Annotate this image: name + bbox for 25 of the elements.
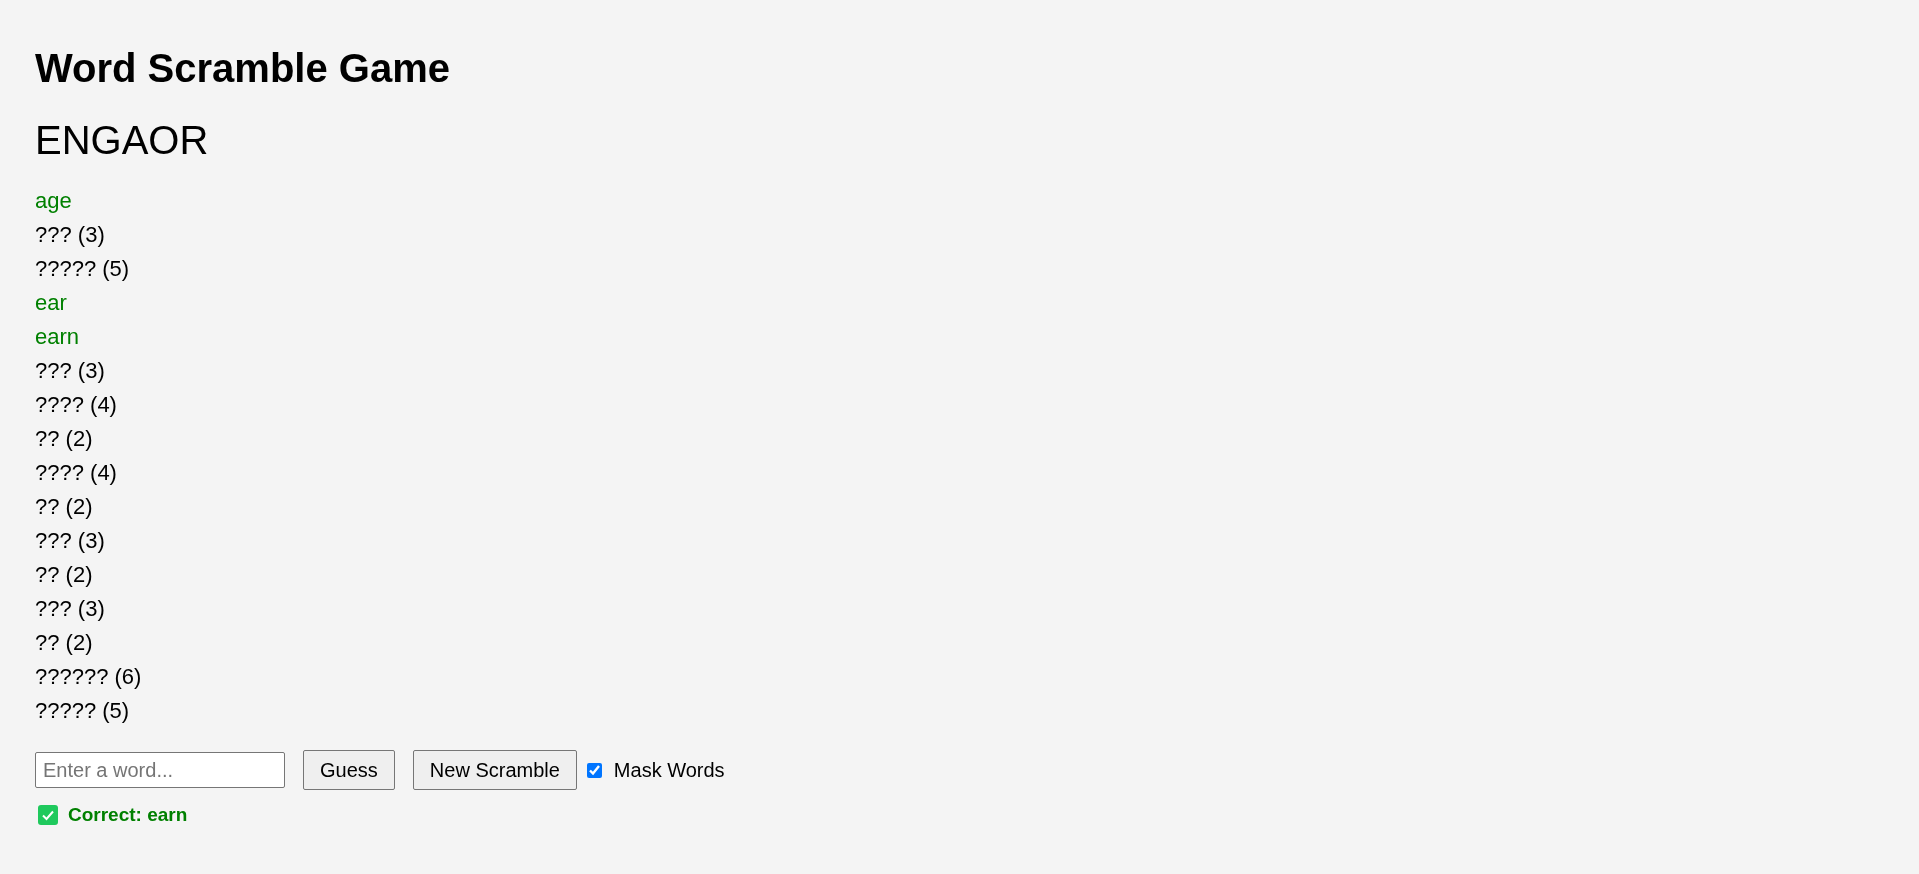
word-entry: ?? (2) (35, 493, 94, 521)
word-entry: ??? (3) (35, 357, 106, 385)
mask-label: Mask Words (613, 758, 725, 782)
game-title: Word Scramble Game (35, 45, 451, 92)
word-entry: ?? (2) (35, 629, 94, 657)
word-entry: ?????? (6) (35, 663, 143, 691)
action-button[interactable]: New Scramble (412, 750, 577, 790)
word-entry: ??? (3) (35, 595, 106, 623)
word-entry: ????? (5) (35, 255, 131, 283)
mask-checkbox[interactable] (586, 762, 602, 778)
word-entry: ??? (3) (35, 221, 106, 249)
word-entry: ?? (2) (35, 425, 94, 453)
word-entry: ???? (4) (35, 459, 118, 487)
word-input[interactable]: Enter a word... (35, 752, 285, 788)
word-entry: ????? (5) (35, 697, 131, 725)
action-button[interactable]: Guess (303, 750, 395, 790)
feedback-message: Correct: earn (68, 804, 188, 826)
check-icon (38, 805, 58, 825)
word-entry: age (35, 187, 73, 215)
word-entry: ??? (3) (35, 527, 106, 555)
word-entry: ear (35, 289, 68, 317)
scrambled-letters: ENGAOR (35, 117, 210, 164)
word-entry: ???? (4) (35, 391, 118, 419)
word-entry: ?? (2) (35, 561, 94, 589)
word-entry: earn (35, 323, 81, 351)
